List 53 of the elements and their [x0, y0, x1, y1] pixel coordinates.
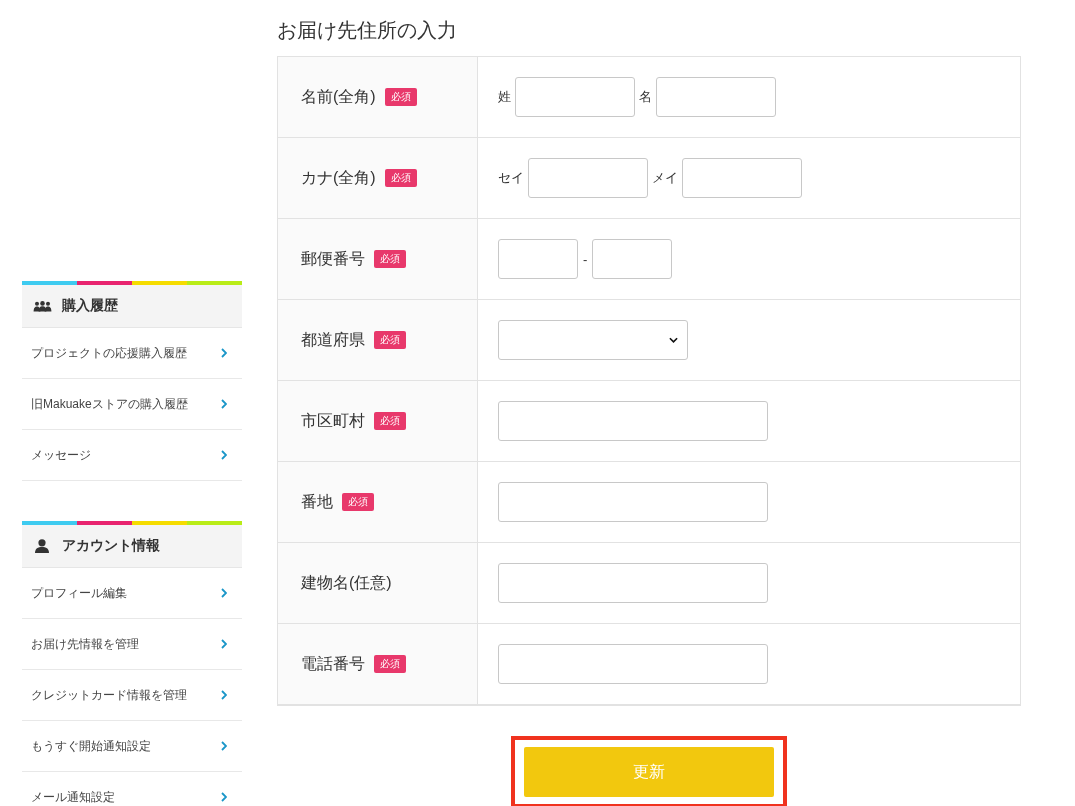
sidebar-link[interactable]: メッセージ — [22, 430, 242, 481]
required-badge: 必須 — [342, 493, 374, 511]
input-field[interactable] — [498, 644, 768, 684]
people-group-icon — [33, 300, 52, 312]
section-title: 購入履歴 — [62, 297, 118, 315]
field-label: カナ(全角) — [301, 167, 376, 188]
input-field[interactable] — [515, 77, 635, 117]
required-badge: 必須 — [374, 331, 406, 349]
input-field[interactable] — [682, 158, 802, 198]
chevron-right-icon — [221, 588, 227, 598]
field-label: 番地 — [301, 491, 333, 512]
chevron-right-icon — [221, 690, 227, 700]
input-field[interactable] — [498, 401, 768, 441]
field-label: 市区町村 — [301, 410, 365, 431]
required-badge: 必須 — [374, 655, 406, 673]
chevron-right-icon — [221, 399, 227, 409]
required-badge: 必須 — [384, 88, 417, 106]
required-badge: 必須 — [374, 250, 406, 268]
sidebar-link[interactable]: プロフィール編集 — [22, 568, 242, 619]
input-label: メイ — [652, 169, 678, 187]
postal-code-field[interactable] — [592, 239, 673, 279]
input-field[interactable] — [498, 482, 768, 522]
chevron-down-icon — [669, 337, 678, 343]
sidebar-link[interactable]: 旧Makuakeストアの購入履歴 — [22, 379, 242, 430]
hyphen-separator: - — [583, 251, 588, 267]
input-field[interactable] — [528, 158, 648, 198]
input-label: セイ — [498, 169, 524, 187]
input-label: 姓 — [498, 88, 511, 106]
section-title: アカウント情報 — [62, 537, 160, 555]
required-badge: 必須 — [384, 169, 417, 187]
field-label: 名前(全角) — [301, 86, 376, 107]
sidebar-link[interactable]: お届け先情報を管理 — [22, 619, 242, 670]
page-title: お届け先住所の入力 — [277, 18, 458, 43]
sidebar-link[interactable]: クレジットカード情報を管理 — [22, 670, 242, 721]
input-label: 名 — [639, 88, 652, 106]
input-field[interactable] — [498, 563, 768, 603]
chevron-right-icon — [221, 450, 227, 460]
chevron-right-icon — [221, 639, 227, 649]
chevron-right-icon — [221, 792, 227, 802]
sidebar-link[interactable]: もうすぐ開始通知設定 — [22, 721, 242, 772]
person-icon — [35, 539, 49, 553]
sidebar-link[interactable]: メール通知設定 — [22, 772, 242, 806]
field-label: 電話番号 — [301, 653, 365, 674]
chevron-right-icon — [221, 741, 227, 751]
field-label: 郵便番号 — [301, 248, 365, 269]
dropdown-select[interactable] — [498, 320, 688, 360]
field-label: 建物名(任意) — [301, 572, 392, 593]
field-label: 都道府県 — [301, 329, 365, 350]
chevron-right-icon — [221, 348, 227, 358]
sidebar-link[interactable]: プロジェクトの応援購入履歴 — [22, 328, 242, 379]
input-field[interactable] — [656, 77, 776, 117]
required-badge: 必須 — [374, 412, 406, 430]
postal-code-field[interactable] — [498, 239, 578, 279]
